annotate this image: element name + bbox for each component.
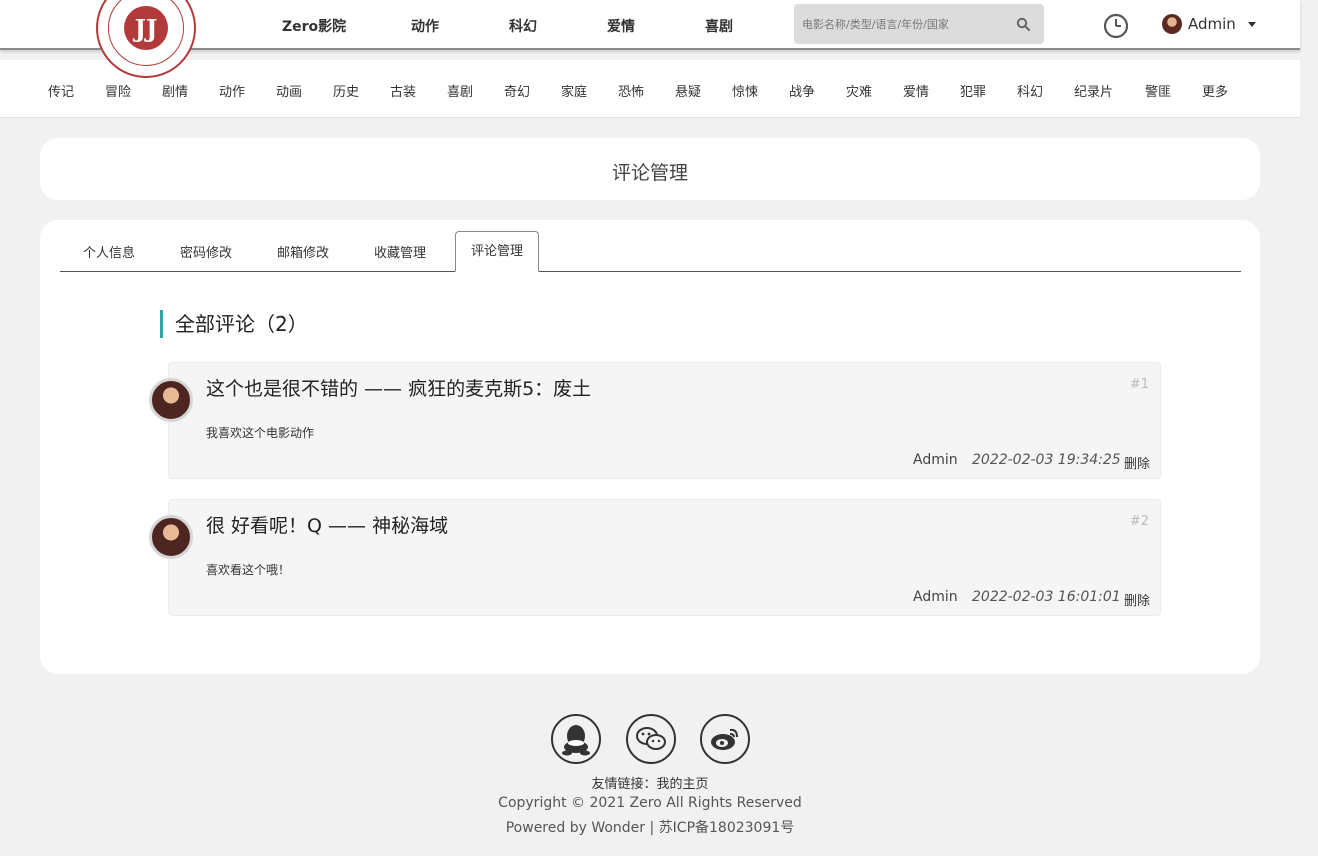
genre-item[interactable]: 奇幻 (504, 81, 530, 100)
main-card: 个人信息 密码修改 邮箱修改 收藏管理 评论管理 全部评论（2） 这个也是很不错… (40, 220, 1260, 674)
comment-item: 这个也是很不错的 —— 疯狂的麦克斯5：废土 #1 我喜欢这个电影动作 Admi… (149, 362, 1161, 479)
commenter-avatar (149, 515, 193, 559)
nav-action[interactable]: 动作 (411, 16, 439, 36)
genre-item[interactable]: 警匪 (1145, 81, 1171, 100)
comment-number: #1 (1129, 377, 1149, 392)
genre-item[interactable]: 惊悚 (732, 81, 758, 100)
nav-comedy[interactable]: 喜剧 (705, 16, 733, 36)
comment-title: 很 好看呢！Q —— 神秘海域 (206, 515, 449, 537)
comment-author: Admin (913, 452, 958, 468)
genre-item[interactable]: 悬疑 (675, 81, 701, 100)
page-title: 评论管理 (611, 162, 688, 184)
genre-item[interactable]: 喜剧 (447, 81, 473, 100)
tabs-divider (60, 271, 1241, 272)
genre-item[interactable]: 战争 (789, 81, 815, 100)
genre-item[interactable]: 爱情 (903, 81, 929, 100)
top-navbar: JJ Zero影院 动作 科幻 爱情 喜剧 Admin (0, 0, 1300, 78)
nav-romance[interactable]: 爱情 (607, 16, 635, 36)
qq-icon[interactable] (551, 714, 601, 764)
commenter-avatar (149, 378, 193, 422)
genre-item[interactable]: 纪录片 (1074, 81, 1113, 100)
search-icon[interactable] (1016, 17, 1030, 31)
user-name: Admin (1188, 15, 1236, 33)
logo-mark: JJ (124, 6, 168, 50)
genre-item[interactable]: 传记 (48, 81, 74, 100)
logo-ring: JJ (108, 0, 184, 66)
wechat-icon[interactable] (626, 714, 676, 764)
search-box (794, 4, 1044, 44)
genre-item[interactable]: 犯罪 (960, 81, 986, 100)
genre-item[interactable]: 剧情 (162, 81, 188, 100)
nav-home[interactable]: Zero影院 (282, 16, 346, 36)
section-title: 全部评论（2） (160, 310, 308, 338)
user-menu[interactable]: Admin (1162, 14, 1256, 34)
genre-item[interactable]: 灾难 (846, 81, 872, 100)
tab-profile[interactable]: 个人信息 (83, 242, 135, 261)
comment-author: Admin (913, 589, 958, 605)
genre-item[interactable]: 冒险 (105, 81, 131, 100)
comment-title: 这个也是很不错的 —— 疯狂的麦克斯5：废土 (206, 378, 592, 400)
genre-item[interactable]: 动画 (276, 81, 302, 100)
genre-item[interactable]: 动作 (219, 81, 245, 100)
comment-text: 喜欢看这个哦！ (206, 563, 291, 577)
comment-text: 我喜欢这个电影动作 (206, 426, 315, 440)
genre-bar: 传记 冒险 剧情 动作 动画 历史 古装 喜剧 奇幻 家庭 恐怖 悬疑 惊悚 战… (0, 60, 1300, 118)
comment-time: 2022-02-03 19:34:25 (972, 452, 1121, 468)
caret-down-icon (1247, 21, 1256, 27)
tab-comments[interactable]: 评论管理 (455, 231, 540, 272)
genre-item[interactable]: 更多 (1202, 81, 1228, 100)
tab-password[interactable]: 密码修改 (180, 242, 232, 261)
powered-by-text: Powered by Wonder | 苏ICP备18023091号 (505, 820, 795, 836)
genre-item[interactable]: 科幻 (1017, 81, 1043, 100)
search-input[interactable] (802, 14, 1002, 34)
nav-scifi[interactable]: 科幻 (509, 16, 537, 36)
friend-links[interactable]: 友情链接：我的主页 (0, 773, 1300, 792)
comment-time: 2022-02-03 16:01:01 (972, 589, 1121, 605)
weibo-icon[interactable] (700, 714, 750, 764)
page-title-card: 评论管理 (40, 138, 1260, 200)
delete-comment-button[interactable]: 删除 (1124, 590, 1150, 609)
genre-item[interactable]: 恐怖 (618, 81, 644, 100)
comment-item: 很 好看呢！Q —— 神秘海域 #2 喜欢看这个哦！ Admin 2022-02… (149, 499, 1161, 616)
delete-comment-button[interactable]: 删除 (1124, 453, 1150, 472)
user-avatar (1162, 14, 1182, 34)
tab-email[interactable]: 邮箱修改 (277, 242, 329, 261)
genre-item[interactable]: 历史 (333, 81, 359, 100)
genre-item[interactable]: 家庭 (561, 81, 587, 100)
genre-item[interactable]: 古装 (390, 81, 416, 100)
tab-favorites[interactable]: 收藏管理 (374, 242, 426, 261)
comment-number: #2 (1129, 514, 1149, 529)
history-clock-icon[interactable] (1103, 13, 1129, 39)
copyright-text: Copyright © 2021 Zero All Rights Reserve… (498, 795, 802, 811)
